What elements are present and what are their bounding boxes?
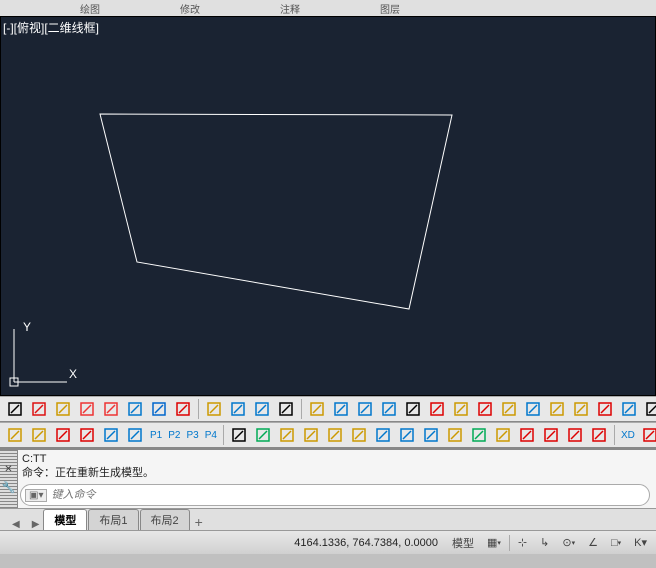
lock-icon[interactable] xyxy=(203,398,225,420)
combo-icon[interactable] xyxy=(594,398,616,420)
dd-icon[interactable] xyxy=(492,424,514,446)
toolbar-1 xyxy=(0,396,656,422)
command-panel: ✕ 🔧 C:TT 命令：正在重新生成模型。 ▣▾ xyxy=(0,448,656,508)
xd-lbl[interactable]: XD xyxy=(619,430,637,441)
vm-icon[interactable] xyxy=(52,398,74,420)
p1-lbl[interactable]: P1 xyxy=(148,430,164,441)
sel1-icon[interactable] xyxy=(306,398,328,420)
ribbon-tab[interactable]: 注释 xyxy=(280,1,300,16)
status-grid-icon[interactable]: ▦▾ xyxy=(482,534,506,551)
pbox1-icon[interactable] xyxy=(100,424,122,446)
command-prompt-icon[interactable]: ▣▾ xyxy=(25,489,47,502)
icon-a[interactable] xyxy=(4,398,26,420)
command-handle[interactable]: ✕ 🔧 xyxy=(0,450,18,508)
zeo-icon[interactable] xyxy=(450,398,472,420)
command-log-line: C:TT xyxy=(22,452,652,466)
command-wrench-icon[interactable]: 🔧 xyxy=(2,481,16,494)
bulb3-icon[interactable] xyxy=(444,424,466,446)
bulb2-icon[interactable] xyxy=(348,424,370,446)
command-input-row[interactable]: ▣▾ xyxy=(20,484,650,506)
command-input[interactable] xyxy=(51,489,645,501)
tab-add-icon[interactable]: + xyxy=(191,514,207,530)
tab-nav-prev-icon[interactable]: ◀ xyxy=(8,519,24,530)
clip-icon[interactable] xyxy=(228,424,250,446)
vbar-icon[interactable] xyxy=(639,424,656,446)
brush-icon[interactable] xyxy=(546,398,568,420)
move-icon[interactable] xyxy=(642,398,656,420)
color-icon[interactable] xyxy=(275,398,297,420)
lay4-icon[interactable] xyxy=(324,424,346,446)
tag-icon[interactable] xyxy=(498,398,520,420)
status-polar-icon[interactable]: ⊙▾ xyxy=(557,534,580,551)
tab-nav-next-icon[interactable]: ▶ xyxy=(28,519,44,530)
ax-icon[interactable] xyxy=(28,398,50,420)
status-kv-icon[interactable]: K▾ xyxy=(629,534,652,551)
dl-icon[interactable] xyxy=(516,424,538,446)
lay2-icon[interactable] xyxy=(276,424,298,446)
ucs-icon[interactable]: Y X xyxy=(9,319,79,389)
ucs-y-label: Y xyxy=(23,320,31,334)
star-icon[interactable] xyxy=(402,398,424,420)
lay7-icon[interactable] xyxy=(420,424,442,446)
clr-icon[interactable] xyxy=(588,424,610,446)
lay6-icon[interactable] xyxy=(396,424,418,446)
drawing-viewport[interactable]: [-][俯视][二维线框] Y X xyxy=(0,16,656,396)
brush2-icon[interactable] xyxy=(570,398,592,420)
status-snap-icon[interactable]: ⊹ xyxy=(513,534,532,551)
layout-tab[interactable]: 模型 xyxy=(43,509,87,530)
copy-icon[interactable] xyxy=(251,398,273,420)
grid-icon[interactable] xyxy=(426,398,448,420)
ribbon-tab[interactable]: 图层 xyxy=(380,1,400,16)
lay1-icon[interactable] xyxy=(252,424,274,446)
red-x-icon[interactable] xyxy=(52,424,74,446)
rb-icon[interactable] xyxy=(564,424,586,446)
p4-lbl[interactable]: P4 xyxy=(203,430,219,441)
p3-lbl[interactable]: P3 xyxy=(184,430,200,441)
layer-icon[interactable] xyxy=(227,398,249,420)
toolbar-2: P1P2P3P4 XD xyxy=(0,422,656,448)
ribbon-tab[interactable]: 修改 xyxy=(180,1,200,16)
ribbon-tab[interactable]: 绘图 xyxy=(80,1,100,16)
box2-icon[interactable] xyxy=(100,398,122,420)
boxes-icon[interactable] xyxy=(618,398,640,420)
arr1-icon[interactable] xyxy=(378,398,400,420)
status-coordinates[interactable]: 4164.1336, 764.7384, 0.0000 xyxy=(274,537,444,549)
open-icon[interactable] xyxy=(28,424,50,446)
status-angle-icon[interactable]: ∠ xyxy=(583,534,603,551)
layout-tab[interactable]: 布局1 xyxy=(88,509,138,530)
drawn-polyline[interactable] xyxy=(100,114,452,309)
pbox2-icon[interactable] xyxy=(124,424,146,446)
lay3-icon[interactable] xyxy=(300,424,322,446)
box3-icon[interactable] xyxy=(124,398,146,420)
layout-tabs: ◀ ▶ 模型布局1布局2 + xyxy=(0,508,656,530)
status-osnap-icon[interactable]: □▾ xyxy=(606,535,626,551)
command-log: C:TT 命令：正在重新生成模型。 xyxy=(18,450,656,482)
status-bar: 4164.1336, 764.7384, 0.0000 模型 ▦▾ ⊹ ↳ ⊙▾… xyxy=(0,530,656,554)
box1-icon[interactable] xyxy=(76,398,98,420)
pal-icon[interactable] xyxy=(468,424,490,446)
dash1-icon[interactable] xyxy=(330,398,352,420)
status-space-button[interactable]: 模型 xyxy=(447,533,479,553)
magnet-icon[interactable] xyxy=(474,398,496,420)
ucs-x-label: X xyxy=(69,367,77,381)
mgraph-icon[interactable] xyxy=(76,424,98,446)
rainbow-icon[interactable] xyxy=(172,398,194,420)
p2-lbl[interactable]: P2 xyxy=(166,430,182,441)
command-close-icon[interactable]: ✕ xyxy=(4,464,12,475)
dash2-icon[interactable] xyxy=(354,398,376,420)
command-log-line: 命令：正在重新生成模型。 xyxy=(22,466,652,480)
drawing-canvas[interactable] xyxy=(1,17,656,397)
layout-tab[interactable]: 布局2 xyxy=(140,509,190,530)
folder-icon[interactable] xyxy=(4,424,26,446)
x-icon[interactable] xyxy=(540,424,562,446)
status-ortho-icon[interactable]: ↳ xyxy=(535,534,554,551)
cut-icon[interactable] xyxy=(522,398,544,420)
lay5-icon[interactable] xyxy=(372,424,394,446)
hatch-icon[interactable] xyxy=(148,398,170,420)
